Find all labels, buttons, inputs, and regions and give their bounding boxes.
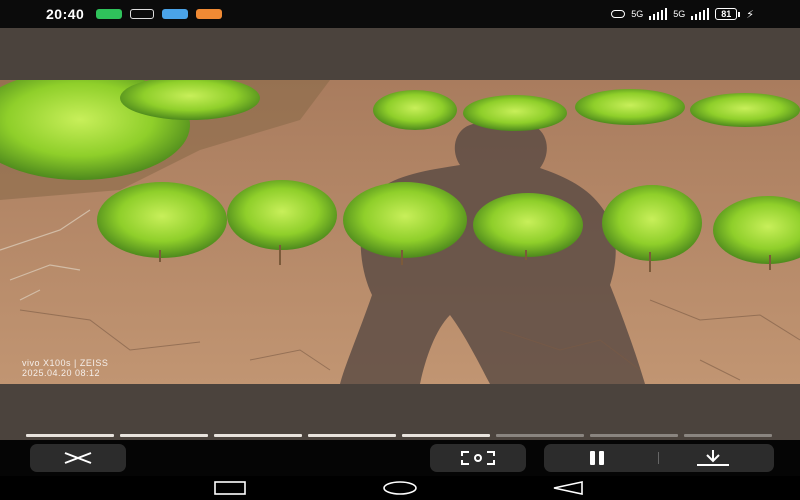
battery-tip — [738, 11, 741, 17]
square-icon[interactable] — [214, 481, 246, 495]
mail-notification-icon — [196, 9, 223, 19]
charging-bolt-icon: ⚡ — [746, 8, 754, 21]
photo-image[interactable]: vivo X100s | ZEISS 2025.04.20 08:12 — [0, 80, 800, 384]
status-time: 20:40 — [46, 6, 85, 22]
progress-segment — [214, 434, 302, 437]
slideshow-progress — [26, 434, 772, 437]
pause-button[interactable] — [590, 451, 604, 465]
pause-icon — [590, 451, 595, 465]
progress-segment — [308, 434, 396, 437]
status-bar: 20:40 5G 5G 81 ⚡ — [0, 0, 800, 28]
screen-capture-icon — [461, 451, 495, 465]
notification-icons — [96, 9, 223, 19]
viewer-top-area — [0, 28, 800, 80]
eye-notification-icon — [130, 9, 155, 19]
watermark-model: vivo X100s | ZEISS — [22, 358, 109, 368]
watermark-date: 2025.04.20 08:12 — [22, 368, 101, 378]
progress-segment — [496, 434, 584, 437]
navigation-bar — [0, 476, 800, 500]
progress-segment — [684, 434, 772, 437]
screen-capture-button[interactable] — [430, 444, 526, 472]
download-icon — [697, 450, 729, 466]
signal-label-1: 5G — [631, 9, 644, 19]
download-button[interactable] — [696, 449, 730, 472]
progress-segment — [26, 434, 114, 437]
progress-segment — [402, 434, 490, 437]
wechat-notification-icon — [96, 9, 123, 19]
signal-bars-2-icon — [691, 8, 710, 20]
camera-watermark: vivo X100s | ZEISS 2025.04.20 08:12 — [22, 358, 108, 378]
battery-level: 81 — [715, 8, 738, 20]
battery-indicator: 81 — [715, 8, 741, 20]
alarm-icon — [611, 10, 626, 18]
triangle-back-icon[interactable] — [552, 481, 584, 495]
photo-illustration — [0, 80, 800, 384]
close-button[interactable] — [30, 444, 126, 472]
playback-actions — [544, 444, 774, 472]
progress-segment — [120, 434, 208, 437]
system-indicators: 5G 5G 81 ⚡ — [611, 8, 754, 21]
weather-notification-icon — [162, 9, 189, 19]
signal-label-2: 5G — [673, 9, 686, 19]
control-bar — [0, 440, 800, 476]
close-icon — [64, 452, 92, 464]
viewer-bottom-area — [0, 384, 800, 440]
circle-icon[interactable] — [382, 481, 418, 495]
divider — [658, 452, 659, 464]
signal-bars-1-icon — [649, 8, 668, 20]
progress-segment — [590, 434, 678, 437]
